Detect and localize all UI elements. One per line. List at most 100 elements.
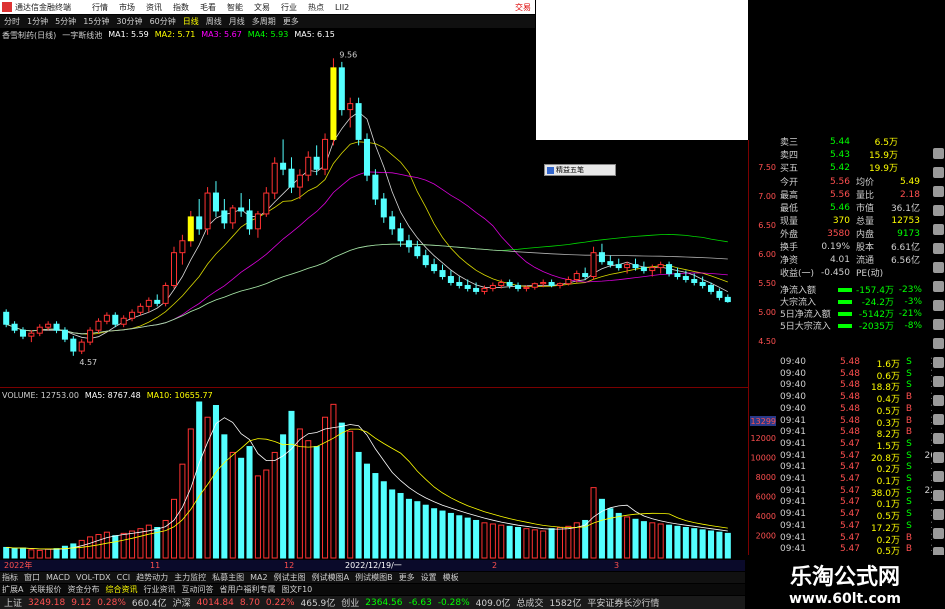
high-annotation: 9.56: [339, 50, 357, 59]
toolbar-icon[interactable]: [933, 357, 944, 368]
tick-row[interactable]: 09:415.470.2万B1: [780, 533, 945, 546]
volume-bar: [380, 481, 387, 559]
period-tab[interactable]: 30分钟: [116, 16, 142, 27]
five-level-popup[interactable]: 精益五笔: [544, 164, 616, 176]
volume-bar: [624, 516, 631, 559]
period-tab[interactable]: 5分钟: [55, 16, 76, 27]
tick-row[interactable]: 09:415.4717.2万S1: [780, 520, 945, 534]
toolbar-icon[interactable]: [933, 167, 944, 178]
trade-button[interactable]: 交易: [515, 2, 531, 13]
tick-row[interactable]: 09:405.4818.8万S1: [780, 380, 945, 393]
indicator-tab[interactable]: 例试主图: [274, 572, 306, 583]
quote-label: 最高: [780, 191, 799, 201]
indicator-tab[interactable]: 趋势动力: [136, 572, 168, 583]
tick-row[interactable]: 09:415.471.5万S1: [780, 439, 945, 452]
toolbar-icon[interactable]: [933, 186, 944, 197]
toolbar-icon[interactable]: [933, 452, 944, 463]
indicator-tab[interactable]: CCI: [117, 573, 131, 582]
toolbar-icon[interactable]: [933, 528, 944, 539]
toolbar-icon[interactable]: [933, 414, 944, 425]
indicator-tab[interactable]: 主力监控: [174, 572, 206, 583]
indicator-tab[interactable]: 例试模图A: [312, 572, 349, 583]
info-tab[interactable]: 综合资讯: [105, 584, 137, 595]
indicator-tab[interactable]: 指标: [2, 572, 18, 583]
toolbar-icon[interactable]: [933, 300, 944, 311]
tick-row[interactable]: 09:415.488.2万B1: [780, 427, 945, 441]
tick-time: 09:41: [780, 520, 806, 531]
toolbar-icon[interactable]: [933, 376, 944, 387]
toolbar-icon[interactable]: [933, 395, 944, 406]
info-tab[interactable]: 图文F10: [281, 584, 312, 595]
menu-item[interactable]: 资讯: [146, 2, 162, 13]
tick-row[interactable]: 09:415.470.1万S1: [780, 474, 945, 487]
menu-item[interactable]: LII2: [335, 3, 349, 12]
tick-volume: 8.2万: [876, 430, 900, 441]
tick-row[interactable]: 09:415.470.1万S1: [780, 497, 945, 510]
menu-item[interactable]: 行情: [92, 2, 108, 13]
period-tab[interactable]: 日线: [183, 16, 199, 27]
indicator-tab[interactable]: VOL-TDX: [76, 573, 111, 582]
tick-row[interactable]: 09:415.480.3万B1: [780, 416, 945, 429]
period-tab[interactable]: 周线: [206, 16, 222, 27]
tick-row[interactable]: 09:405.480.5万B1: [780, 404, 945, 417]
info-tab[interactable]: 资金分布: [67, 584, 99, 595]
volume-bar: [498, 524, 505, 559]
indicator-tab[interactable]: MA2: [250, 573, 267, 582]
tick-row[interactable]: 09:415.470.5万B1: [780, 544, 945, 557]
info-tab[interactable]: 关联报价: [29, 584, 61, 595]
indicator-tab[interactable]: MACD: [46, 573, 70, 582]
menu-item[interactable]: 毛看: [200, 2, 216, 13]
menu-item[interactable]: 行业: [281, 2, 297, 13]
indicator-tab[interactable]: 模板: [443, 572, 459, 583]
period-tab[interactable]: 15分钟: [83, 16, 109, 27]
candle-body: [313, 156, 320, 170]
toolbar-icon[interactable]: [933, 338, 944, 349]
toolbar-icon[interactable]: [933, 509, 944, 520]
toolbar-icon[interactable]: [933, 243, 944, 254]
toolbar-icon[interactable]: [933, 433, 944, 444]
tick-row[interactable]: 09:415.470.2万S1: [780, 462, 945, 475]
indicator-tab[interactable]: 私募主图: [212, 572, 244, 583]
period-tab[interactable]: 月线: [229, 16, 245, 27]
indicator-tab[interactable]: 更多: [399, 572, 415, 583]
info-tab[interactable]: 扩展A: [2, 584, 23, 595]
ma-legend-item: MA4: 5.93: [247, 30, 289, 39]
toolbar-icon[interactable]: [933, 148, 944, 159]
toolbar-icon[interactable]: [933, 262, 944, 273]
tick-row[interactable]: 09:41 5.47 38.0万 S 22: [780, 486, 945, 499]
period-tab[interactable]: 1分钟: [27, 16, 48, 27]
indicator-tab[interactable]: 窗口: [24, 572, 40, 583]
tick-side: B: [905, 392, 913, 403]
period-tab[interactable]: 更多: [283, 16, 299, 27]
volume-bar: [414, 501, 421, 559]
info-tab[interactable]: 行业资讯: [143, 584, 175, 595]
tick-row[interactable]: 09:405.480.4万B1: [780, 392, 945, 405]
toolbar-icon[interactable]: [933, 471, 944, 482]
tick-row[interactable]: 09:41 5.47 20.8万 S 26: [780, 451, 945, 464]
info-tab[interactable]: 互动问答: [181, 584, 213, 595]
menu-item[interactable]: 热点: [308, 2, 324, 13]
ma-legend: 香雪制药(日线) 一字断线池 MA1: 5.59 MA2: 5.71 MA3: 5.67…: [2, 30, 335, 42]
tick-row[interactable]: 09:405.480.6万S1: [780, 369, 945, 382]
info-tab[interactable]: 省用户福利专属: [219, 584, 275, 595]
menu-item[interactable]: 市场: [119, 2, 135, 13]
tick-row[interactable]: 09:405.481.6万S1: [780, 357, 945, 370]
period-tab[interactable]: 分时: [4, 16, 20, 27]
indicator-tab[interactable]: 例试模图B: [355, 572, 393, 583]
flow-row: 5日净流入额 -5142万 -21%: [780, 308, 922, 321]
menu-item[interactable]: 智能: [227, 2, 243, 13]
volume-bar: [263, 469, 270, 559]
menu-item[interactable]: 指数: [173, 2, 189, 13]
menu-item[interactable]: 文易: [254, 2, 270, 13]
period-tab[interactable]: 多周期: [252, 16, 276, 27]
volume-bar: [179, 463, 186, 559]
toolbar-icon[interactable]: [933, 490, 944, 501]
toolbar-icon[interactable]: [933, 319, 944, 330]
toolbar-icon[interactable]: [933, 205, 944, 216]
toolbar-icon[interactable]: [933, 224, 944, 235]
volume-bar: [372, 473, 379, 559]
indicator-tab[interactable]: 设置: [421, 572, 437, 583]
tick-row[interactable]: 09:415.470.5万S1: [780, 509, 945, 522]
toolbar-icon[interactable]: [933, 281, 944, 292]
period-tab[interactable]: 60分钟: [150, 16, 176, 27]
